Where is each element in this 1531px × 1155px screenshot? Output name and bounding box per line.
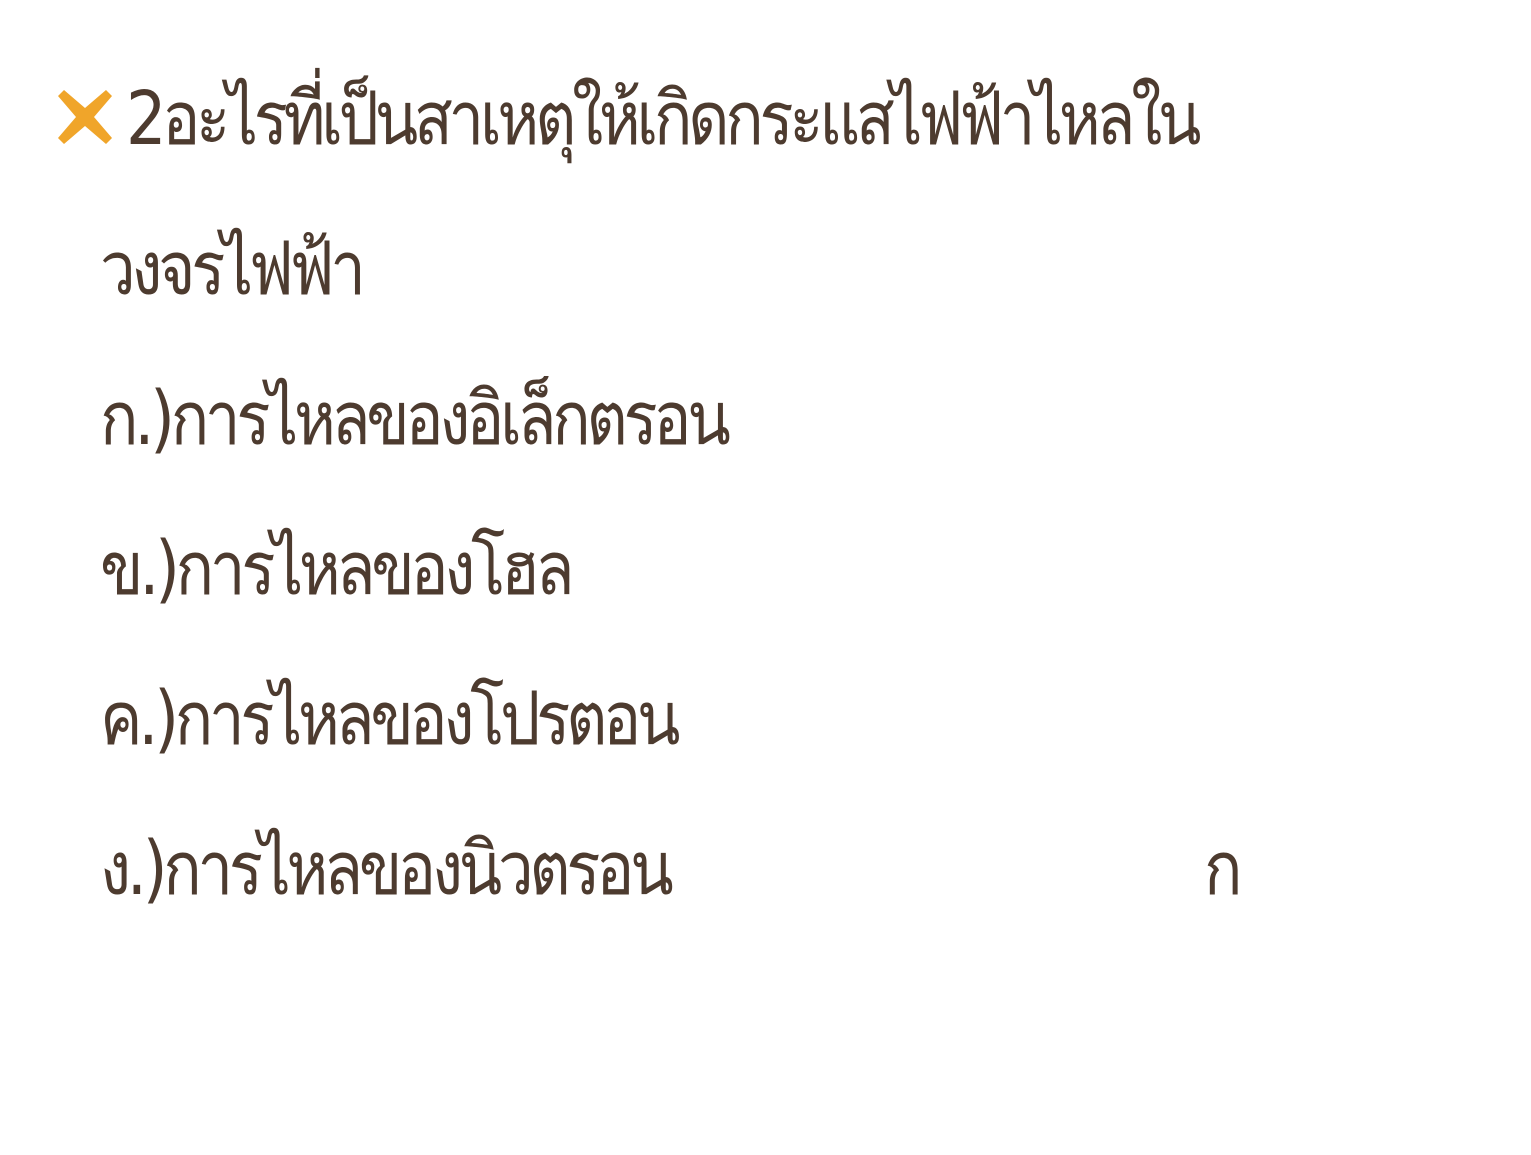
option-c: ค.)การไหลของโปรตอน [100, 676, 681, 762]
question-line-1: 2อะไรที่เป็นสาเหตุให้เกิดกระแสไฟฟ้าไหลใน [126, 76, 1201, 162]
question-line-2: วงจรไฟฟ้า [100, 226, 366, 312]
option-b: ข.)การไหลของโฮล [100, 526, 575, 612]
close-x-icon [58, 90, 112, 144]
answer-text: ก [1204, 826, 1243, 912]
option-a: ก.)การไหลของอิเล็กตรอน [100, 376, 731, 462]
slide: 2อะไรที่เป็นสาเหตุให้เกิดกระแสไฟฟ้าไหลใน… [0, 0, 1531, 1155]
option-d: ง.)การไหลของนิวตรอน [100, 826, 674, 912]
